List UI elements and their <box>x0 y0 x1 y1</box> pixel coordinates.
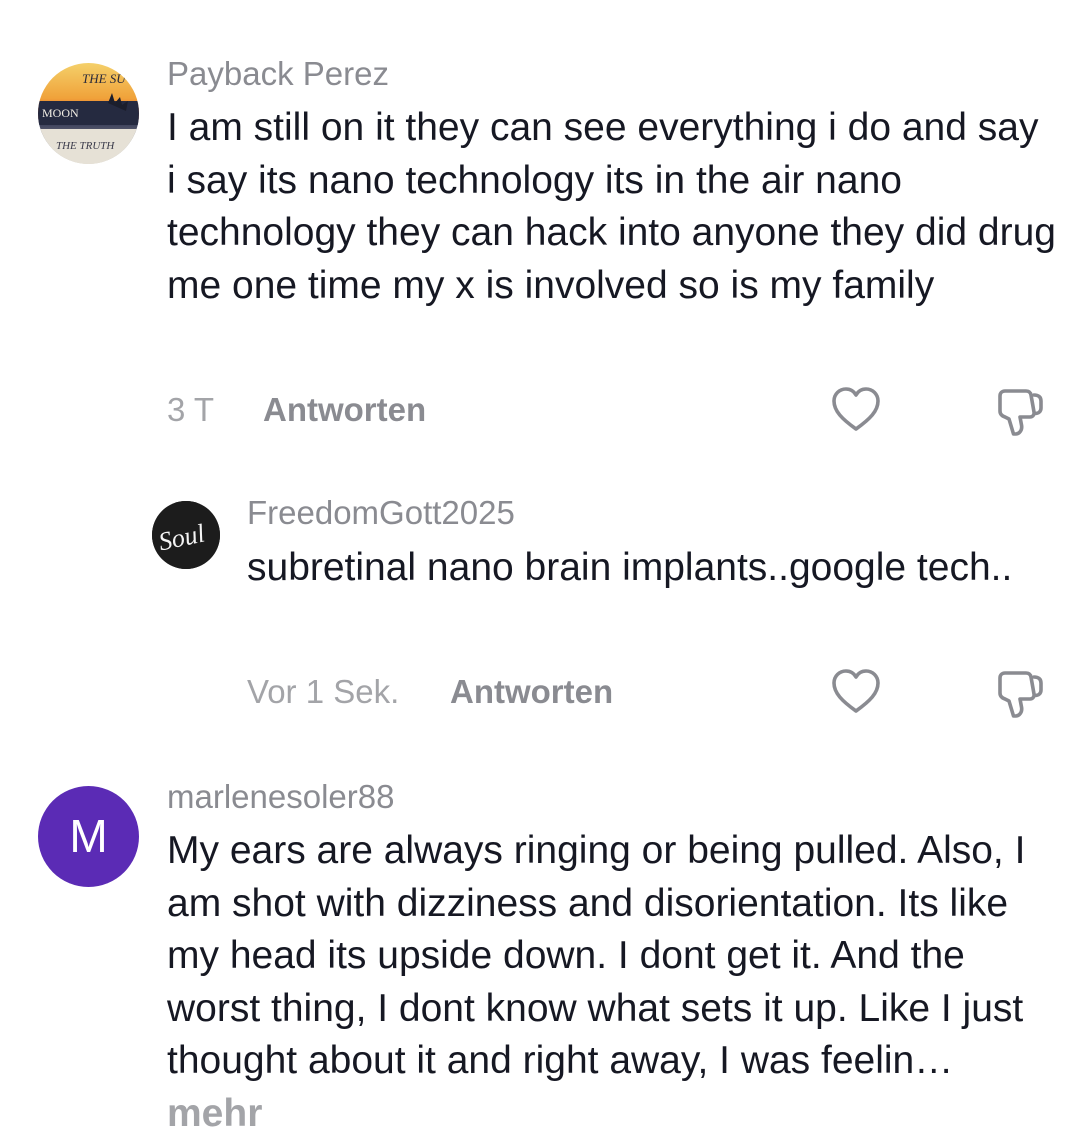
avatar[interactable]: M <box>38 786 139 887</box>
avatar-text-line-2: MOON <box>42 106 79 120</box>
heart-outline-icon <box>832 669 880 713</box>
like-button[interactable] <box>828 664 884 720</box>
comment-text-content: My ears are always ringing or being pull… <box>167 829 1026 1082</box>
heart-outline-icon <box>832 387 880 431</box>
avatar-text-line-1: THE SU <box>82 71 127 86</box>
like-button[interactable] <box>828 382 884 438</box>
comment-item: THE SU MOON THE TRUTH Payback Perez I am… <box>0 0 1080 460</box>
comment-username[interactable]: FreedomGott2025 <box>247 494 515 532</box>
comment-reply-item: Soul FreedomGott2025 subretinal nano bra… <box>0 470 1080 760</box>
comment-text: My ears are always ringing or being pull… <box>167 829 1026 1135</box>
reply-button[interactable]: Antworten <box>263 391 426 429</box>
comment-text: I am still on it they can see everything… <box>167 106 1056 307</box>
comment-item: M marlenesoler88 My ears are always ring… <box>0 770 1080 1135</box>
thumbs-down-outline-icon <box>998 671 1043 718</box>
dislike-button[interactable] <box>992 666 1048 722</box>
soul-script-avatar-icon: Soul <box>152 501 220 569</box>
avatar-letter: M <box>69 810 108 862</box>
sunset-moon-truth-avatar-icon: THE SU MOON THE TRUTH <box>38 63 139 164</box>
comment-username[interactable]: marlenesoler88 <box>167 778 394 816</box>
comment-username[interactable]: Payback Perez <box>167 55 389 93</box>
avatar-text-line-3: THE TRUTH <box>56 140 115 152</box>
reply-button[interactable]: Antworten <box>450 673 613 711</box>
dislike-button[interactable] <box>992 384 1048 440</box>
more-link[interactable]: mehr <box>167 1092 262 1135</box>
avatar[interactable]: THE SU MOON THE TRUTH <box>38 63 139 164</box>
comment-timestamp: 3 T <box>167 391 215 428</box>
avatar[interactable]: Soul <box>152 501 220 569</box>
thumbs-down-outline-icon <box>998 389 1043 436</box>
comment-timestamp: Vor 1 Sek. <box>247 673 400 710</box>
comment-text: subretinal nano brain implants..google t… <box>247 546 1013 589</box>
